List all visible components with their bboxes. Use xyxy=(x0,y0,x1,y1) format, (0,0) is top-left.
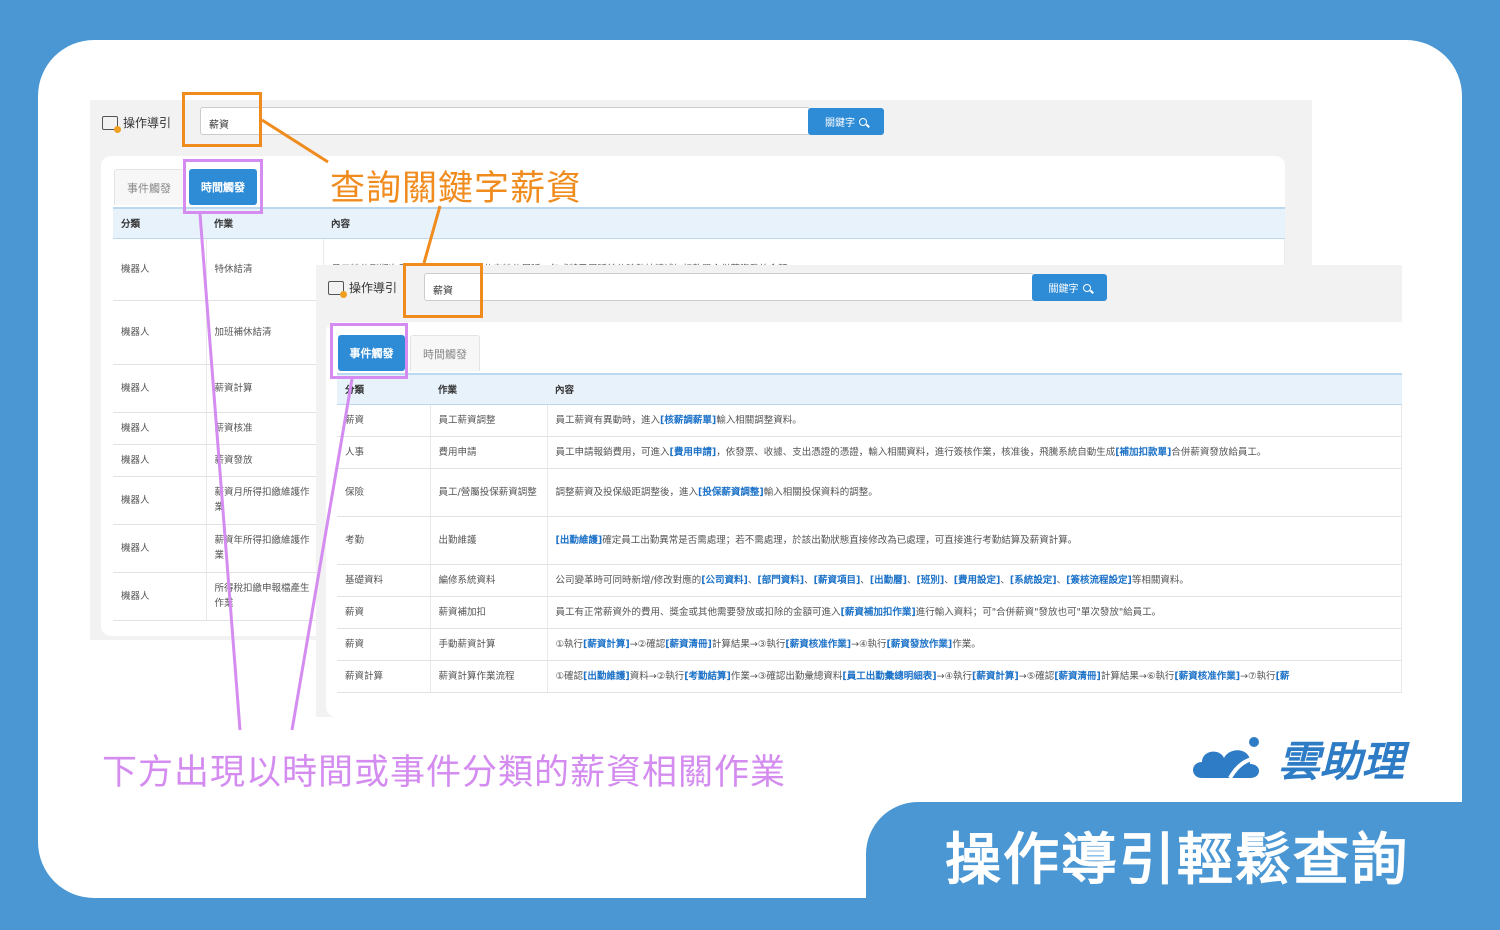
cloud-icon xyxy=(1193,736,1261,779)
brand-logo: 雲助理 xyxy=(1190,728,1404,789)
orange-line-2 xyxy=(422,205,442,264)
orange-line-1 xyxy=(261,118,329,164)
callout-result: 下方出現以時間或事件分類的薪資相關作業 xyxy=(102,753,787,793)
violet-line-2 xyxy=(290,378,354,731)
violet-line-1 xyxy=(198,213,242,731)
callout-keyword: 查詢關鍵字薪資 xyxy=(330,169,583,209)
brand-name: 雲助理 xyxy=(1278,737,1405,786)
footer-title: 操作導引輕鬆查詢 xyxy=(945,828,1409,893)
